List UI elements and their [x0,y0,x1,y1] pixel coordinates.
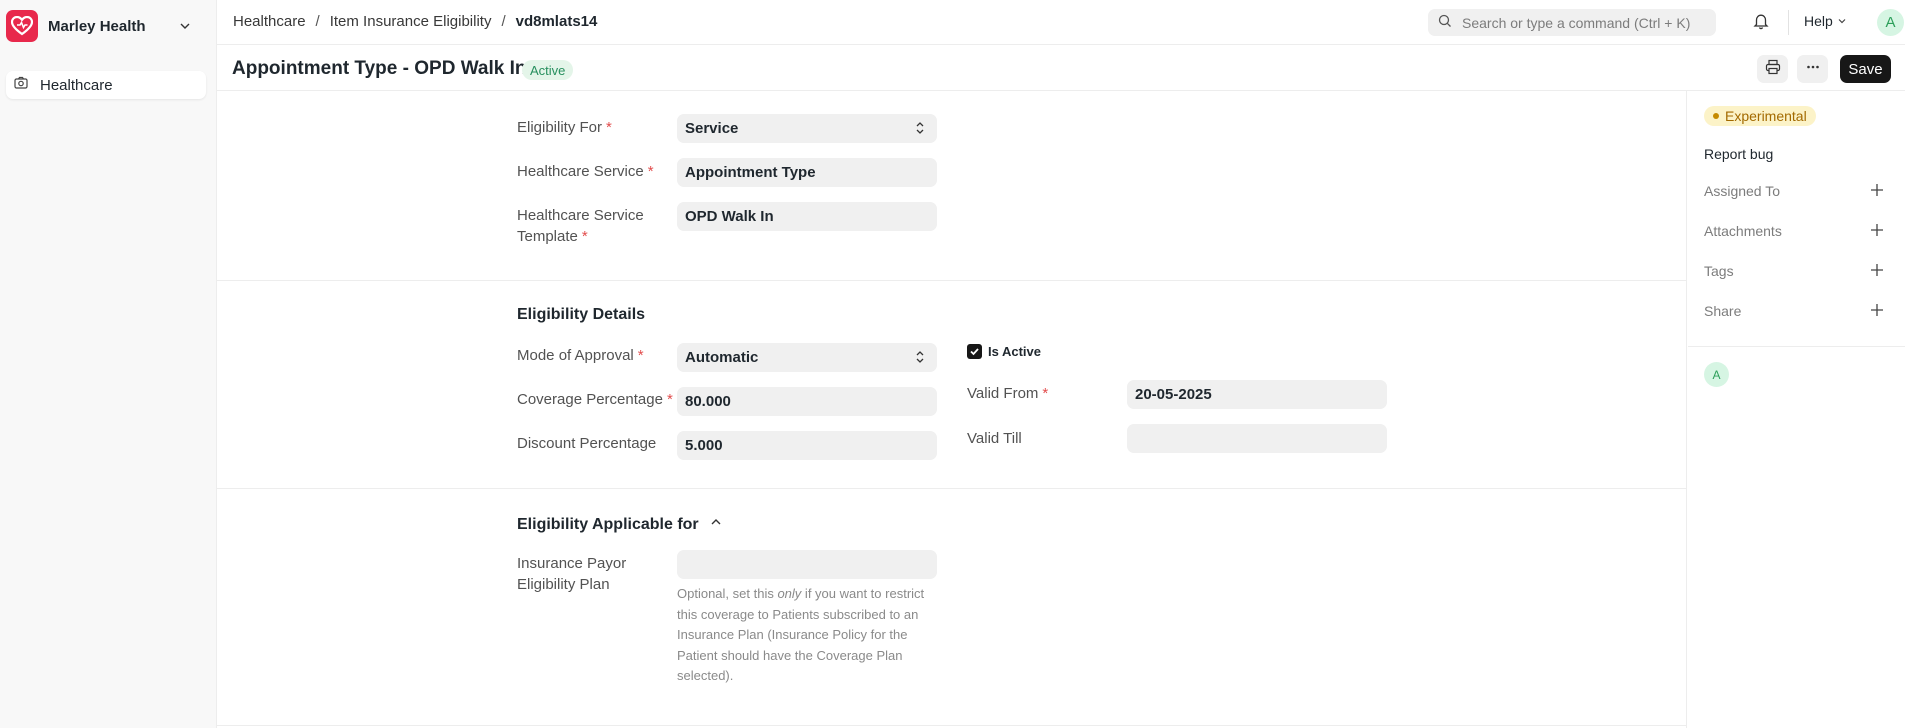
valid-from-label: Valid From * [967,385,1049,402]
plus-icon[interactable] [1870,223,1884,240]
divider [1788,10,1789,35]
eligibility-for-label: Eligibility For * [517,119,612,136]
plus-icon[interactable] [1870,183,1884,200]
breadcrumb-current[interactable]: vd8mlats14 [516,13,598,30]
divider [1688,346,1905,347]
select-arrows-icon [915,120,925,140]
search-icon [1438,14,1452,32]
brand-name: Marley Health [48,17,146,35]
is-active-label: Is Active [988,344,1041,359]
coverage-percentage-label: Coverage Percentage * [517,391,673,408]
sidebar: Marley Health Healthcare [0,0,217,728]
discount-percentage-value: 5.000 [685,437,723,454]
breadcrumb-separator: / [315,13,320,30]
attachments-row[interactable]: Attachments [1704,223,1884,243]
breadcrumb: Healthcare / Item Insurance Eligibility … [233,13,597,30]
valid-from-field[interactable]: 20-05-2025 [1127,380,1387,409]
section-title: Eligibility Applicable for [517,515,699,533]
page-title: Appointment Type - OPD Walk In [232,58,527,79]
save-button[interactable]: Save [1840,55,1891,83]
chevron-up-icon [709,515,723,534]
plus-icon[interactable] [1870,303,1884,320]
is-active-checkbox[interactable] [967,344,982,359]
experimental-badge: Experimental [1704,106,1816,126]
printer-icon [1765,59,1781,79]
eligibility-for-select[interactable]: Service [677,114,937,143]
notification-bell-icon[interactable] [1752,12,1770,34]
breadcrumb-healthcare[interactable]: Healthcare [233,13,306,30]
mode-of-approval-label: Mode of Approval * [517,347,644,364]
eligibility-for-value: Service [685,120,739,137]
more-horizontal-icon [1805,59,1821,79]
form-body: Eligibility For * Service Healthcare Serv… [217,91,1687,728]
help-dropdown[interactable]: Help [1804,13,1847,29]
assigned-to-row[interactable]: Assigned To [1704,183,1884,203]
valid-till-field[interactable] [1127,424,1387,453]
form-section-main: Eligibility For * Service Healthcare Serv… [217,91,1687,281]
section-title: Eligibility Details [517,306,646,323]
insurance-payor-eligibility-plan-label: Insurance Payor Eligibility Plan [517,555,627,593]
page-header: Appointment Type - OPD Walk In Active Sa… [217,46,1905,91]
section-title-collapsible[interactable]: Eligibility Applicable for [517,515,723,534]
select-arrows-icon [915,349,925,369]
valid-from-value: 20-05-2025 [1135,386,1212,403]
service-template-value: OPD Walk In [685,208,774,225]
mode-of-approval-value: Automatic [685,349,759,366]
breadcrumb-item-insurance-eligibility[interactable]: Item Insurance Eligibility [330,13,492,30]
valid-till-label: Valid Till [967,430,1022,447]
healthcare-service-label: Healthcare Service * [517,163,654,180]
service-template-label: Healthcare Service Template * [517,207,644,245]
user-avatar[interactable]: A [1877,9,1904,36]
report-bug-link[interactable]: Report bug [1704,146,1773,162]
share-row[interactable]: Share [1704,303,1884,323]
sidebar-item-label: Healthcare [40,76,113,94]
insurance-payor-eligibility-plan-field[interactable] [677,550,937,579]
viewer-avatar[interactable]: A [1704,362,1729,387]
service-template-field[interactable]: OPD Walk In [677,202,937,231]
search-input[interactable] [1462,14,1702,31]
coverage-percentage-field[interactable]: 80.000 [677,387,937,416]
chevron-down-icon [1837,13,1847,29]
status-badge: Active [522,60,574,80]
status-dot-icon [1713,113,1719,119]
sidebar-item-healthcare[interactable]: Healthcare [6,71,206,99]
app-switcher[interactable]: Marley Health [6,10,204,42]
print-button[interactable] [1757,55,1788,83]
top-navbar: Healthcare / Item Insurance Eligibility … [217,0,1905,45]
chevron-down-icon[interactable] [178,19,192,37]
healthcare-service-value: Appointment Type [685,164,816,181]
field-help-text: Optional, set this only if you want to r… [677,586,925,683]
discount-percentage-field[interactable]: 5.000 [677,431,937,460]
search-bar[interactable] [1428,9,1716,36]
workspace-icon [14,76,28,94]
more-options-button[interactable] [1797,55,1828,83]
mode-of-approval-select[interactable]: Automatic [677,343,937,372]
tags-row[interactable]: Tags [1704,263,1884,283]
form-sidebar: Experimental Report bug Assigned To Atta… [1688,91,1905,728]
coverage-percentage-value: 80.000 [685,393,731,410]
marley-health-logo [6,10,38,42]
healthcare-service-field[interactable]: Appointment Type [677,158,937,187]
help-label: Help [1804,13,1833,29]
breadcrumb-separator: / [501,13,506,30]
eligibility-applicable-section: Eligibility Applicable for Insurance Pay… [217,489,1687,726]
plus-icon[interactable] [1870,263,1884,280]
discount-percentage-label: Discount Percentage [517,435,657,452]
eligibility-details-section: Eligibility Details Mode of Approval * Au… [217,281,1687,489]
